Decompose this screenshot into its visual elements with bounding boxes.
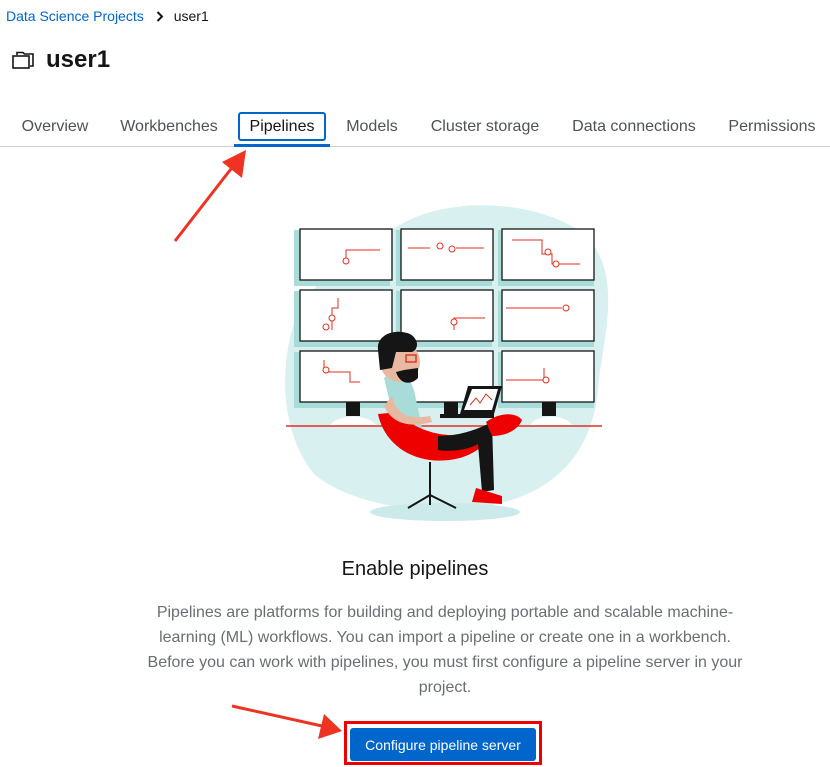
breadcrumb: Data Science Projects user1 xyxy=(6,7,209,25)
tab-label: Overview xyxy=(21,117,89,135)
tab-workbenches[interactable]: Workbenches xyxy=(110,108,228,145)
breadcrumb-current: user1 xyxy=(173,8,209,24)
tab-overview[interactable]: Overview xyxy=(10,108,100,145)
tab-active-indicator xyxy=(234,144,330,147)
annotation-arrow-to-tab xyxy=(173,150,246,242)
tab-data-connections[interactable]: Data connections xyxy=(561,108,707,145)
annotation-arrow-to-button xyxy=(231,704,342,739)
breadcrumb-link-data-science-projects[interactable]: Data Science Projects xyxy=(6,8,144,24)
page-title: user1 xyxy=(46,46,111,73)
tab-label: Permissions xyxy=(728,117,816,135)
tab-models[interactable]: Models xyxy=(336,108,408,145)
tab-cluster-storage[interactable]: Cluster storage xyxy=(419,108,551,145)
tab-permissions[interactable]: Permissions xyxy=(717,108,827,145)
page-header: user1 xyxy=(11,44,110,76)
tab-label: Workbenches xyxy=(120,117,218,135)
tab-label: Models xyxy=(346,117,398,135)
pipelines-illustration xyxy=(285,205,609,521)
project-tabs: Overview Workbenches Pipelines Models Cl… xyxy=(0,108,830,147)
empty-state-title: Enable pipelines xyxy=(341,558,489,580)
folder-icon xyxy=(11,48,35,72)
tab-pipelines[interactable]: Pipelines xyxy=(234,108,330,147)
tab-label: Pipelines xyxy=(249,117,315,135)
empty-state-description: Pipelines are platforms for building and… xyxy=(147,604,743,696)
chevron-right-icon xyxy=(156,10,164,22)
configure-pipeline-server-button[interactable]: Configure pipeline server xyxy=(350,728,536,761)
tab-label: Cluster storage xyxy=(430,117,540,135)
tab-label: Data connections xyxy=(572,117,696,135)
